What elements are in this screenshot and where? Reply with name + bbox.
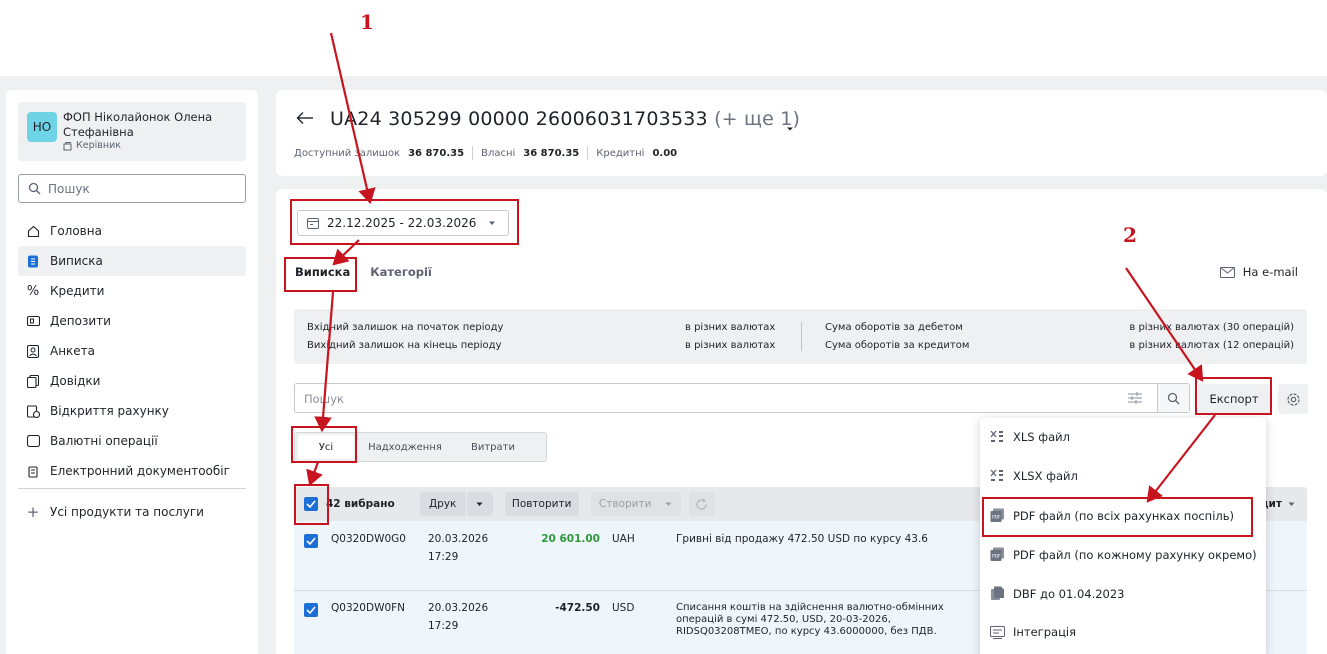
annotation-arrows bbox=[306, 32, 1216, 503]
